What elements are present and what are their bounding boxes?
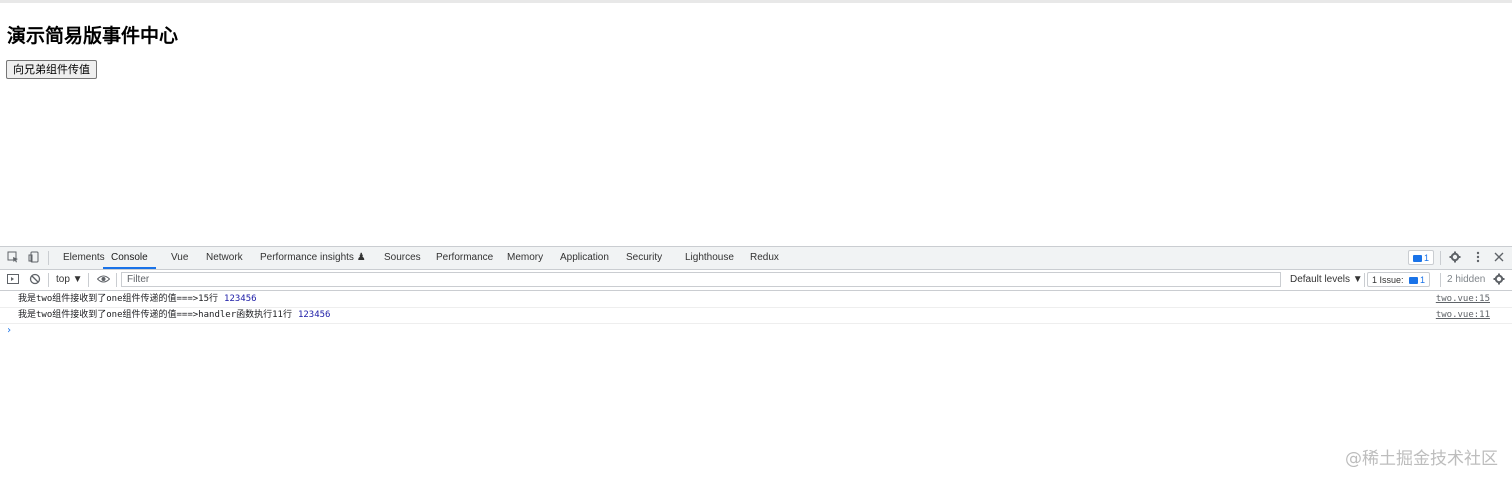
close-icon[interactable] (1492, 251, 1506, 265)
filter-input[interactable]: Filter (121, 272, 1281, 287)
watermark: @稀土掘金技术社区 (1345, 444, 1498, 469)
source-link[interactable]: two.vue:15 (1436, 291, 1490, 307)
tab-console[interactable]: Console (103, 247, 156, 269)
tab-sources[interactable]: Sources (384, 247, 421, 269)
sidebar-toggle-icon[interactable] (6, 273, 20, 287)
hidden-count: 2 hidden (1447, 270, 1485, 290)
toolbar-divider (48, 273, 49, 287)
source-link[interactable]: two.vue:11 (1436, 307, 1490, 323)
toolbar-divider (1440, 273, 1441, 287)
issues-counter-button[interactable]: 1 Issue: 1 (1367, 272, 1430, 287)
device-toolbar-icon[interactable] (27, 251, 41, 265)
tab-performance-insights[interactable]: Performance insights ♟ (260, 247, 366, 269)
default-levels-dropdown[interactable]: Default levels ▼ (1290, 270, 1363, 290)
tab-performance[interactable]: Performance (436, 247, 493, 269)
more-options-icon[interactable] (1471, 251, 1485, 265)
tab-network[interactable]: Network (206, 247, 243, 269)
devtools-panel: Elements Console Vue Network Performance… (0, 246, 1512, 488)
console-message: 我是two组件接收到了one组件传递的值===>handler函数执行11行 (18, 310, 292, 320)
page-heading: 演示简易版事件中心 (7, 21, 178, 48)
tab-vue[interactable]: Vue (171, 247, 188, 269)
issues-badge[interactable]: 1 (1408, 250, 1434, 265)
console-output: 我是two组件接收到了one组件传递的值===>15行 123456 two.vu… (0, 291, 1512, 488)
console-settings-gear-icon[interactable] (1492, 273, 1506, 287)
clear-console-icon[interactable] (28, 273, 42, 287)
console-message: 我是two组件接收到了one组件传递的值===>15行 (18, 294, 218, 304)
tab-lighthouse[interactable]: Lighthouse (685, 247, 734, 269)
app-page: 演示简易版事件中心 向兄弟组件传值 (0, 3, 1512, 246)
devtools-tabbar: Elements Console Vue Network Performance… (0, 247, 1512, 270)
tab-application[interactable]: Application (560, 247, 609, 269)
console-prompt[interactable]: › (6, 325, 12, 336)
settings-gear-icon[interactable] (1448, 251, 1462, 265)
toolbar-divider (1364, 273, 1365, 287)
tab-redux[interactable]: Redux (750, 247, 779, 269)
console-value: 123456 (298, 310, 331, 320)
console-row: 我是two组件接收到了one组件传递的值===>15行 123456 two.vu… (0, 291, 1512, 308)
console-row: 我是two组件接收到了one组件传递的值===>handler函数执行11行 12… (0, 307, 1512, 324)
tabbar-divider-right (1440, 251, 1441, 265)
message-icon (1409, 277, 1418, 284)
toolbar-divider (116, 273, 117, 287)
send-to-sibling-button[interactable]: 向兄弟组件传值 (6, 60, 97, 79)
toolbar-divider (88, 273, 89, 287)
tab-elements[interactable]: Elements (63, 247, 105, 269)
tab-security[interactable]: Security (626, 247, 662, 269)
console-value: 123456 (224, 294, 257, 304)
console-toolbar: top ▼ Filter Default levels ▼ 1 Issue: 1… (0, 270, 1512, 291)
issues-label: 1 Issue: (1372, 275, 1404, 285)
context-selector[interactable]: top ▼ (56, 270, 83, 290)
issues-badge-count: 1 (1424, 253, 1429, 263)
message-icon (1413, 255, 1422, 262)
inspect-element-icon[interactable] (6, 251, 20, 265)
issues-count: 1 (1420, 275, 1425, 285)
tab-memory[interactable]: Memory (507, 247, 543, 269)
tabbar-divider (48, 251, 49, 265)
live-expression-eye-icon[interactable] (96, 273, 110, 287)
